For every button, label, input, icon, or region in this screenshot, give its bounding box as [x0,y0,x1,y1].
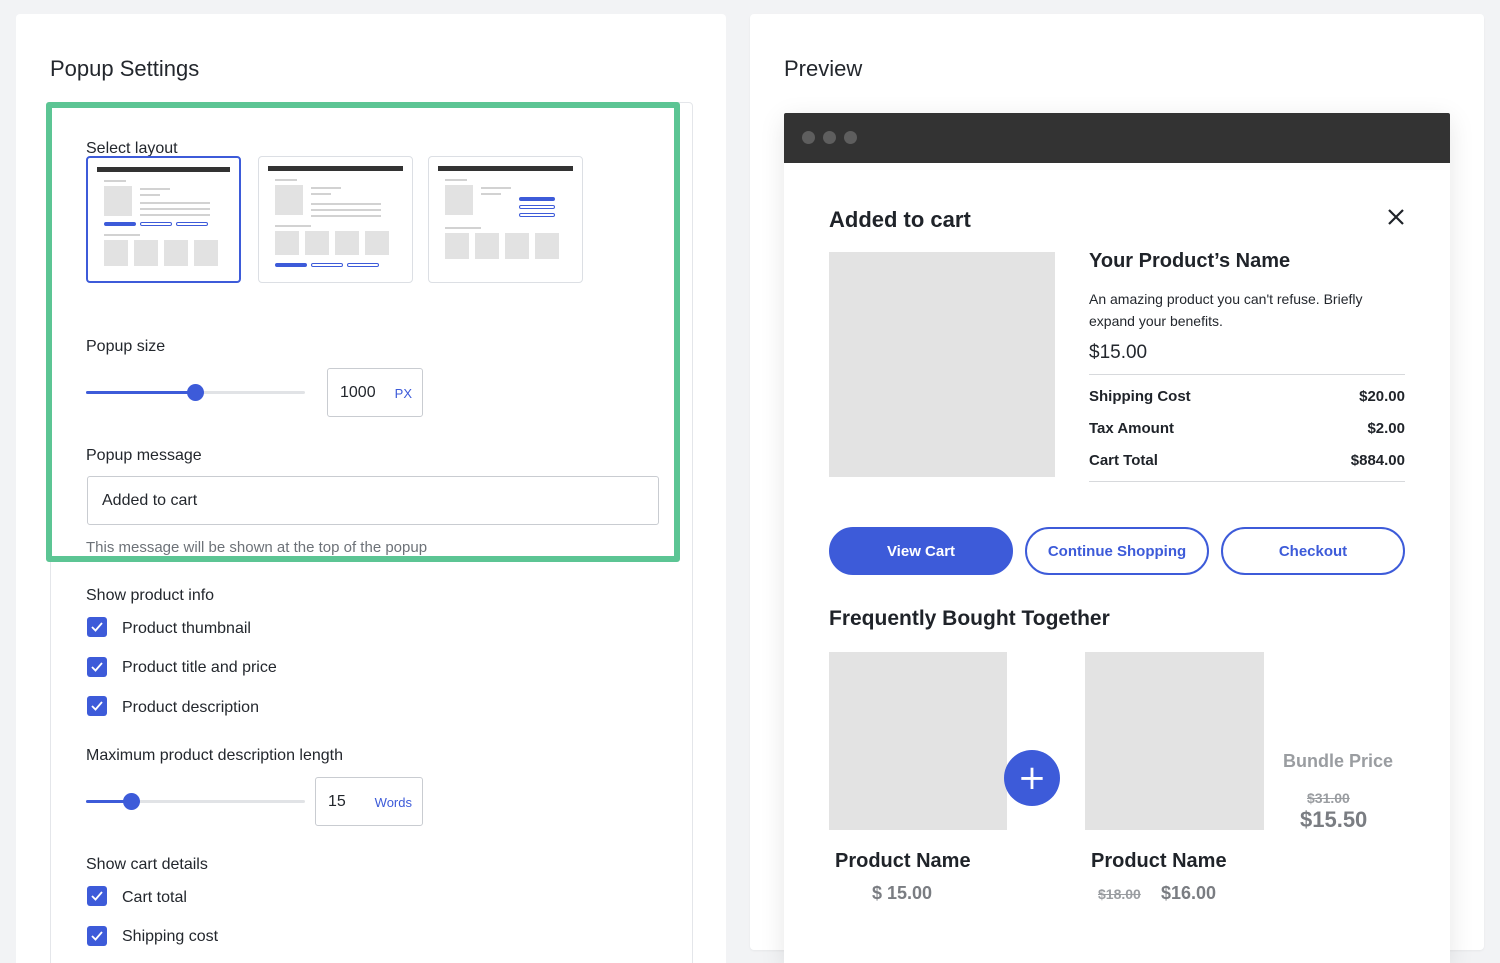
shipping-cost-row-value: $20.00 [1359,388,1405,405]
window-dot [844,131,857,144]
fbt-product-2-price: $16.00 [1161,883,1217,903]
product-title-price-label: Product title and price [122,659,277,676]
description-length-input[interactable]: 15 Words [315,777,423,826]
check-icon [91,701,103,711]
popup-size-slider-fill [86,391,196,394]
description-length-slider[interactable] [86,793,305,810]
cart-total-checkbox[interactable] [87,886,107,906]
fbt-product-1-price: $ 15.00 [872,883,933,903]
description-length-value: 15 [328,793,346,810]
popup-message-label: Popup message [86,447,202,464]
check-icon [91,622,103,632]
popup-size-label: Popup size [86,338,166,355]
fbt-heading: Frequently Bought Together [829,607,1110,630]
fbt-product-2-name: Product Name [1091,850,1227,872]
product-thumbnail-label: Product thumbnail [122,620,251,637]
product-thumbnail-checkbox[interactable] [87,617,107,637]
check-icon [91,891,103,901]
bundle-price-label: Bundle Price [1283,751,1394,771]
continue-shopping-button[interactable]: Continue Shopping [1025,527,1209,575]
tax-amount-row-label: Tax Amount [1089,420,1174,437]
fbt-product-1-name: Product Name [835,850,971,872]
bundle-price: $15.50 [1300,807,1368,832]
shipping-cost-checkbox[interactable] [87,926,107,946]
product-info-label: Show product info [86,587,215,604]
popup-message-help: This message will be shown at the top of… [86,539,428,556]
product-name: Your Product’s Name [1089,250,1291,272]
popup-size-slider[interactable] [86,384,305,401]
product-description: An amazing product you can't refuse. Bri… [1089,291,1363,329]
description-length-slider-knob[interactable] [122,793,140,810]
cart-total-row-value: $884.00 [1350,452,1405,469]
plus-glyph: + [1017,758,1047,798]
window-dot [802,131,815,144]
product-price: $15.00 [1089,342,1148,363]
product-thumbnail [829,252,1055,477]
product-title-price-checkbox[interactable] [87,657,107,677]
bundle-old-price: $31.00 [1307,790,1350,806]
description-length-unit: Words [374,795,412,810]
layout-option-2[interactable] [258,156,413,283]
popup-message-input[interactable] [87,476,659,525]
window-dot [823,131,836,144]
divider [1089,374,1405,375]
view-cart-button[interactable]: View Cart [829,527,1013,575]
fbt-product-1-image [829,652,1007,830]
product-description-checkbox[interactable] [87,696,107,716]
cart-total-label: Cart total [122,889,187,906]
divider [1089,481,1405,482]
product-description-label: Product description [122,699,259,716]
cart-details-label: Show cart details [86,856,208,873]
tax-amount-row-value: $2.00 [1367,420,1405,437]
preview-panel: Preview Added to cart Your Product’s Nam… [750,14,1484,963]
browser-mockup: Added to cart Your Product’s Name An ama… [784,113,1450,963]
fbt-product-2-old-price: $18.00 [1098,886,1141,902]
plus-icon: + [1004,750,1060,806]
settings-title: Popup Settings [50,56,200,81]
browser-bar [784,113,1450,163]
fbt-product-2-image [1085,652,1264,830]
layout-option-1[interactable] [86,156,241,283]
preview-title: Preview [784,56,863,81]
check-icon [91,662,103,672]
popup-size-unit: PX [394,386,412,401]
popup-heading: Added to cart [829,207,971,232]
checkout-button[interactable]: Checkout [1221,527,1405,575]
layout-option-3[interactable] [428,156,583,283]
close-icon[interactable] [1388,209,1404,225]
shipping-cost-row-label: Shipping Cost [1089,388,1191,405]
popup-size-input[interactable]: 1000 PX [327,368,423,417]
cart-total-row-label: Cart Total [1089,452,1158,469]
shipping-cost-label: Shipping cost [122,928,219,945]
description-length-label: Maximum product description length [86,747,344,764]
check-icon [91,931,103,941]
popup-size-value: 1000 [340,384,376,401]
